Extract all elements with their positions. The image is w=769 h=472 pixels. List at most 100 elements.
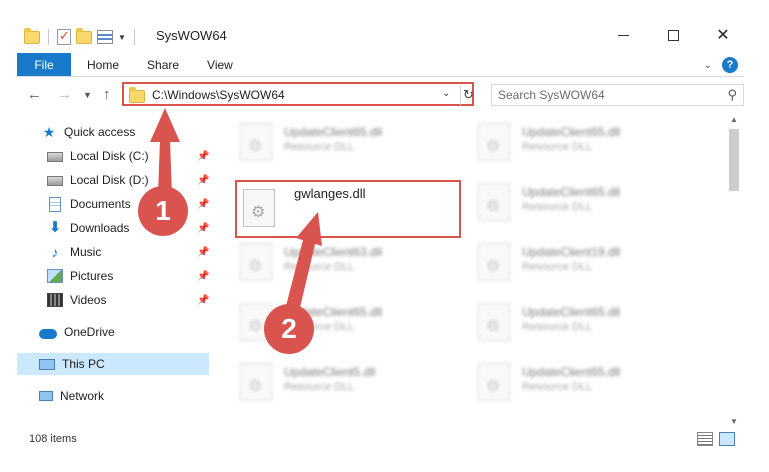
computer-icon	[39, 358, 55, 370]
title-bar: ▼ SysWOW64 ✕	[0, 0, 769, 52]
details-view-icon[interactable]	[697, 432, 713, 446]
sidebar-item-label: Pictures	[70, 269, 114, 283]
tab-view[interactable]: View	[193, 53, 247, 76]
sidebar-item-label: Local Disk (D:)	[70, 173, 149, 187]
address-bar[interactable]: C:\Windows\SysWOW64 ⌄ ↻	[122, 82, 474, 106]
search-box[interactable]: Search SysWOW64 ⚲	[491, 84, 744, 106]
new-folder-icon[interactable]	[76, 27, 92, 44]
forward-arrow-icon[interactable]: →	[57, 86, 72, 103]
sidebar-item-label: Downloads	[70, 221, 130, 235]
sidebar-item-local-disk-d[interactable]: Local Disk (D:)	[47, 169, 149, 191]
scroll-down-icon[interactable]: ▼	[730, 417, 738, 426]
file-item[interactable]: UpdateClient65.dll Resource DLL	[232, 117, 462, 167]
file-name: UpdateClient65.dll	[522, 365, 621, 379]
minimize-button[interactable]	[600, 20, 646, 50]
close-button[interactable]: ✕	[700, 20, 746, 50]
customize-dropdown-icon[interactable]: ▼	[118, 33, 126, 42]
refresh-icon[interactable]: ↻	[460, 85, 476, 105]
ribbon-right-controls: ⌄ ?	[704, 57, 738, 73]
search-placeholder[interactable]: Search SysWOW64	[498, 88, 605, 102]
maximize-icon	[667, 29, 679, 41]
navigation-bar: ← → ▼ ↑ C:\Windows\SysWOW64 ⌄ ↻ Search S…	[17, 80, 744, 110]
sidebar-item-music[interactable]: ♪ Music	[47, 241, 102, 263]
expand-ribbon-chevron-icon[interactable]: ⌄	[704, 60, 712, 71]
status-bar: 108 items	[17, 430, 744, 450]
sidebar-item-label: This PC	[62, 357, 105, 371]
sidebar-item-videos[interactable]: Videos	[47, 289, 106, 311]
sidebar-item-quick-access[interactable]: ★ Quick access	[41, 121, 136, 143]
recent-locations-chevron-icon[interactable]: ▼	[83, 90, 92, 100]
sidebar-item-documents[interactable]: Documents	[47, 193, 131, 215]
window-title: SysWOW64	[156, 28, 227, 43]
up-arrow-icon[interactable]: ↑	[103, 86, 111, 103]
pin-icon[interactable]: 📌	[197, 223, 209, 234]
file-type: Resource DLL	[522, 381, 593, 393]
back-arrow-icon[interactable]: ←	[27, 86, 42, 103]
file-item[interactable]: UpdateClient65.dll Resource DLL	[470, 297, 700, 347]
file-item[interactable]: UpdateClient5.dll Resource DLL	[232, 357, 462, 407]
customize-icon[interactable]	[97, 30, 113, 44]
sidebar-item-local-disk-c[interactable]: Local Disk (C:)	[47, 145, 149, 167]
sidebar-item-this-pc[interactable]: This PC	[17, 353, 209, 375]
dll-file-icon	[478, 183, 510, 221]
sidebar-item-downloads[interactable]: ⬇ Downloads	[47, 217, 130, 239]
file-name: UpdateClient65.dll	[522, 305, 621, 319]
cloud-icon	[39, 328, 57, 339]
sidebar-item-label: Quick access	[64, 125, 136, 139]
dll-file-icon	[243, 189, 275, 227]
sidebar-item-label: Videos	[70, 293, 107, 307]
hard-drive-icon	[47, 152, 63, 162]
file-item[interactable]: UpdateClient65.dll Resource DLL	[470, 117, 700, 167]
pictures-icon	[47, 269, 63, 283]
properties-check-icon[interactable]	[57, 28, 71, 45]
sidebar-item-label: OneDrive	[64, 325, 115, 339]
tab-home[interactable]: Home	[71, 53, 133, 76]
file-type: Resource DLL	[284, 141, 355, 153]
file-item[interactable]: UpdateClient65.dll Resource DLL	[470, 357, 700, 407]
pin-icon[interactable]: 📌	[197, 199, 209, 210]
vertical-scrollbar[interactable]: ▲ ▼	[726, 115, 742, 430]
large-icons-view-icon[interactable]	[719, 432, 735, 446]
dll-file-icon	[478, 363, 510, 401]
address-path[interactable]: C:\Windows\SysWOW64	[152, 88, 285, 102]
pin-icon[interactable]: 📌	[197, 271, 209, 282]
pin-icon[interactable]: 📌	[197, 175, 209, 186]
step-1-badge: 1	[138, 186, 188, 236]
dll-file-icon	[240, 243, 272, 281]
item-count: 108 items	[29, 433, 77, 445]
sidebar-item-pictures[interactable]: Pictures	[47, 265, 113, 287]
toolbar-separator	[133, 29, 135, 45]
help-icon[interactable]: ?	[722, 57, 738, 73]
scroll-thumb[interactable]	[729, 129, 739, 191]
search-icon[interactable]: ⚲	[727, 87, 737, 103]
navigation-pane: ★ Quick access Local Disk (C:) 📌 Local D…	[17, 115, 217, 425]
sidebar-item-network[interactable]: Network	[39, 385, 104, 407]
minimize-icon	[617, 34, 629, 36]
pin-icon[interactable]: 📌	[197, 247, 209, 258]
file-item[interactable]: UpdateClient65.dll Resource DLL	[470, 177, 700, 227]
scroll-up-icon[interactable]: ▲	[730, 115, 738, 124]
file-type: Resource DLL	[522, 261, 593, 273]
sidebar-item-label: Documents	[70, 197, 131, 211]
documents-icon	[49, 196, 61, 212]
maximize-button[interactable]	[650, 20, 696, 50]
file-name: gwlanges.dll	[294, 186, 366, 201]
file-item[interactable]: UpdateClient19.dll Resource DLL	[470, 237, 700, 287]
tab-share[interactable]: Share	[133, 53, 193, 76]
address-folder-icon	[129, 87, 145, 103]
file-item-gwlanges[interactable]: gwlanges.dll	[235, 180, 461, 238]
pin-icon[interactable]: 📌	[197, 295, 209, 306]
tab-file[interactable]: File	[17, 53, 71, 76]
file-item[interactable]: UpdateClient63.dll Resource DLL	[232, 237, 462, 287]
folder-icon[interactable]	[24, 27, 40, 44]
sidebar-item-onedrive[interactable]: OneDrive	[39, 321, 115, 343]
close-icon: ✕	[716, 27, 730, 44]
star-icon: ★	[42, 124, 56, 140]
dll-file-icon	[478, 243, 510, 281]
hard-drive-icon	[47, 176, 63, 186]
file-type: Resource DLL	[284, 261, 355, 273]
download-arrow-icon: ⬇	[48, 219, 62, 236]
file-name: UpdateClient65.dll	[522, 185, 621, 199]
address-dropdown-icon[interactable]: ⌄	[442, 88, 450, 99]
pin-icon[interactable]: 📌	[197, 151, 209, 162]
